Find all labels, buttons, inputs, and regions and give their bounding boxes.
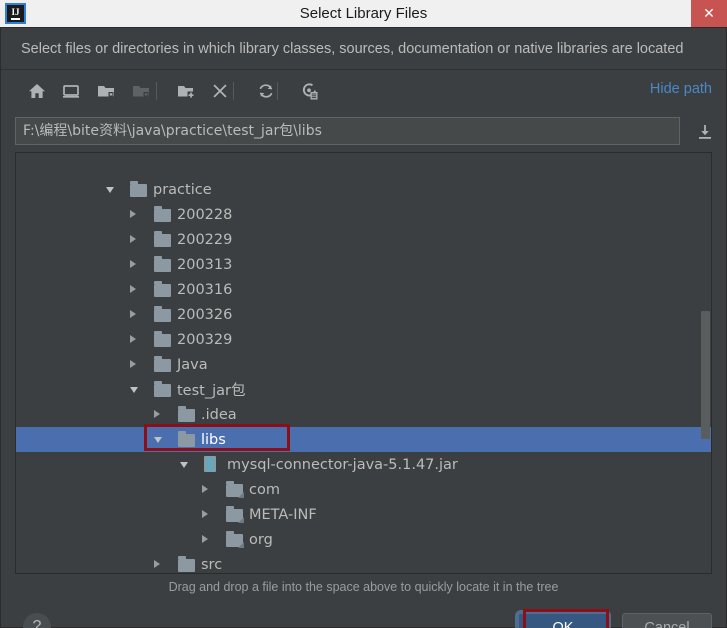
tree-row-label: 200313 xyxy=(177,256,233,273)
tree-row[interactable]: practice xyxy=(16,177,711,202)
tree-row-label: src xyxy=(201,556,223,573)
dialog-subtitle: Select files or directories in which lib… xyxy=(21,41,684,57)
toolbar-separator xyxy=(233,82,234,100)
insert-path-icon[interactable] xyxy=(694,121,716,143)
tree-row-label: Java xyxy=(177,356,208,373)
file-tree[interactable]: practice 200228 200229 200313 200316 200326 20… xyxy=(15,152,712,574)
chevron-right-icon[interactable] xyxy=(130,260,136,268)
chevron-down-icon[interactable] xyxy=(130,387,138,393)
chevron-right-icon[interactable] xyxy=(154,560,160,568)
select-library-files-dialog: IJ Select Library Files ✕ Select files o… xyxy=(0,0,727,628)
hide-path-link[interactable]: Hide path xyxy=(650,81,712,97)
tree-scrollbar[interactable] xyxy=(700,153,711,573)
chevron-right-icon[interactable] xyxy=(130,285,136,293)
tree-row[interactable]: src xyxy=(16,552,711,573)
refresh-icon[interactable] xyxy=(254,79,278,103)
chevron-right-icon[interactable] xyxy=(130,310,136,318)
tree-row-label: 200229 xyxy=(177,231,233,248)
tree-row[interactable]: META-INF xyxy=(16,502,711,527)
show-hidden-files-icon[interactable] xyxy=(297,79,321,103)
chevron-right-icon[interactable] xyxy=(130,210,136,218)
path-input[interactable]: F:\编程\bite资料\java\practice\test_jar包\lib… xyxy=(15,117,680,145)
folder-icon xyxy=(154,256,171,272)
tree-row-label: libs xyxy=(201,431,226,448)
title-bar: IJ Select Library Files ✕ xyxy=(0,0,727,27)
chevron-right-icon[interactable] xyxy=(202,485,208,493)
folder-icon xyxy=(178,431,195,447)
chevron-right-icon[interactable] xyxy=(202,510,208,518)
folder-icon xyxy=(130,181,147,197)
delete-icon[interactable] xyxy=(208,79,232,103)
tree-row-label: com xyxy=(249,481,280,498)
tree-row-label: 200228 xyxy=(177,206,233,223)
tree-row[interactable]: com xyxy=(16,477,711,502)
ok-button[interactable]: OK xyxy=(518,613,608,628)
close-icon[interactable]: ✕ xyxy=(691,0,727,27)
tree-row-label: .idea xyxy=(201,406,237,423)
tree-row-label: practice xyxy=(153,181,212,198)
tree-row[interactable]: test_jar包 xyxy=(16,377,711,402)
chevron-right-icon[interactable] xyxy=(130,360,136,368)
folder-icon xyxy=(154,331,171,347)
help-button[interactable]: ? xyxy=(23,613,51,628)
tree-scrollbar-thumb[interactable] xyxy=(701,311,710,439)
folder-icon xyxy=(154,381,171,397)
tree-row[interactable]: 200229 xyxy=(16,227,711,252)
folder-icon xyxy=(154,306,171,322)
tree-row[interactable]: 200316 xyxy=(16,277,711,302)
chevron-down-icon[interactable] xyxy=(180,462,188,468)
tree-row[interactable]: .idea xyxy=(16,402,711,427)
intellij-idea-icon: IJ xyxy=(5,3,26,24)
tree-row-label: org xyxy=(249,531,273,548)
folder-icon xyxy=(154,281,171,297)
chevron-right-icon[interactable] xyxy=(130,335,136,343)
tree-row[interactable]: 200329 xyxy=(16,327,711,352)
window-title: Select Library Files xyxy=(299,5,428,22)
tree-row-label: 200316 xyxy=(177,281,233,298)
package-folder-icon xyxy=(226,481,243,497)
package-folder-icon xyxy=(226,506,243,522)
tree-row-label: test_jar包 xyxy=(177,383,246,399)
tree-row[interactable]: Java xyxy=(16,352,711,377)
cancel-button[interactable]: Cancel xyxy=(622,613,712,628)
package-folder-icon xyxy=(226,531,243,547)
toolbar: Hide path xyxy=(1,70,726,110)
tree-row[interactable]: 200228 xyxy=(16,202,711,227)
toolbar-separator xyxy=(156,82,157,100)
tree-row[interactable]: mysql-connector-java-5.1.47.jar xyxy=(16,452,711,477)
jar-file-icon xyxy=(204,456,216,472)
tree-row-label: mysql-connector-java-5.1.47.jar xyxy=(227,456,458,473)
toolbar-separator xyxy=(277,82,278,100)
tree-row[interactable]: 200326 xyxy=(16,302,711,327)
tree-row[interactable]: libs xyxy=(16,427,711,452)
desktop-icon[interactable] xyxy=(59,79,83,103)
chevron-right-icon[interactable] xyxy=(154,410,160,418)
drag-drop-hint: Drag and drop a file into the space abov… xyxy=(168,580,559,594)
tree-row-label: META-INF xyxy=(249,506,317,523)
folder-dim-icon xyxy=(129,79,153,103)
tree-row[interactable]: 200313 xyxy=(16,252,711,277)
home-icon[interactable] xyxy=(25,79,49,103)
folder-icon xyxy=(154,206,171,222)
folder-icon xyxy=(154,356,171,372)
folder-icon[interactable] xyxy=(94,79,118,103)
folder-icon xyxy=(178,556,195,572)
dialog-body: Select files or directories in which lib… xyxy=(0,27,727,628)
tree-row-label: 200326 xyxy=(177,306,233,323)
folder-icon xyxy=(178,406,195,422)
chevron-right-icon[interactable] xyxy=(202,535,208,543)
chevron-down-icon[interactable] xyxy=(154,437,162,443)
tree-row[interactable]: org xyxy=(16,527,711,552)
new-folder-icon[interactable] xyxy=(174,79,198,103)
folder-icon xyxy=(154,231,171,247)
chevron-down-icon[interactable] xyxy=(106,187,114,193)
path-row: F:\编程\bite资料\java\practice\test_jar包\lib… xyxy=(1,111,726,151)
chevron-right-icon[interactable] xyxy=(130,235,136,243)
tree-row-label: 200329 xyxy=(177,331,233,348)
